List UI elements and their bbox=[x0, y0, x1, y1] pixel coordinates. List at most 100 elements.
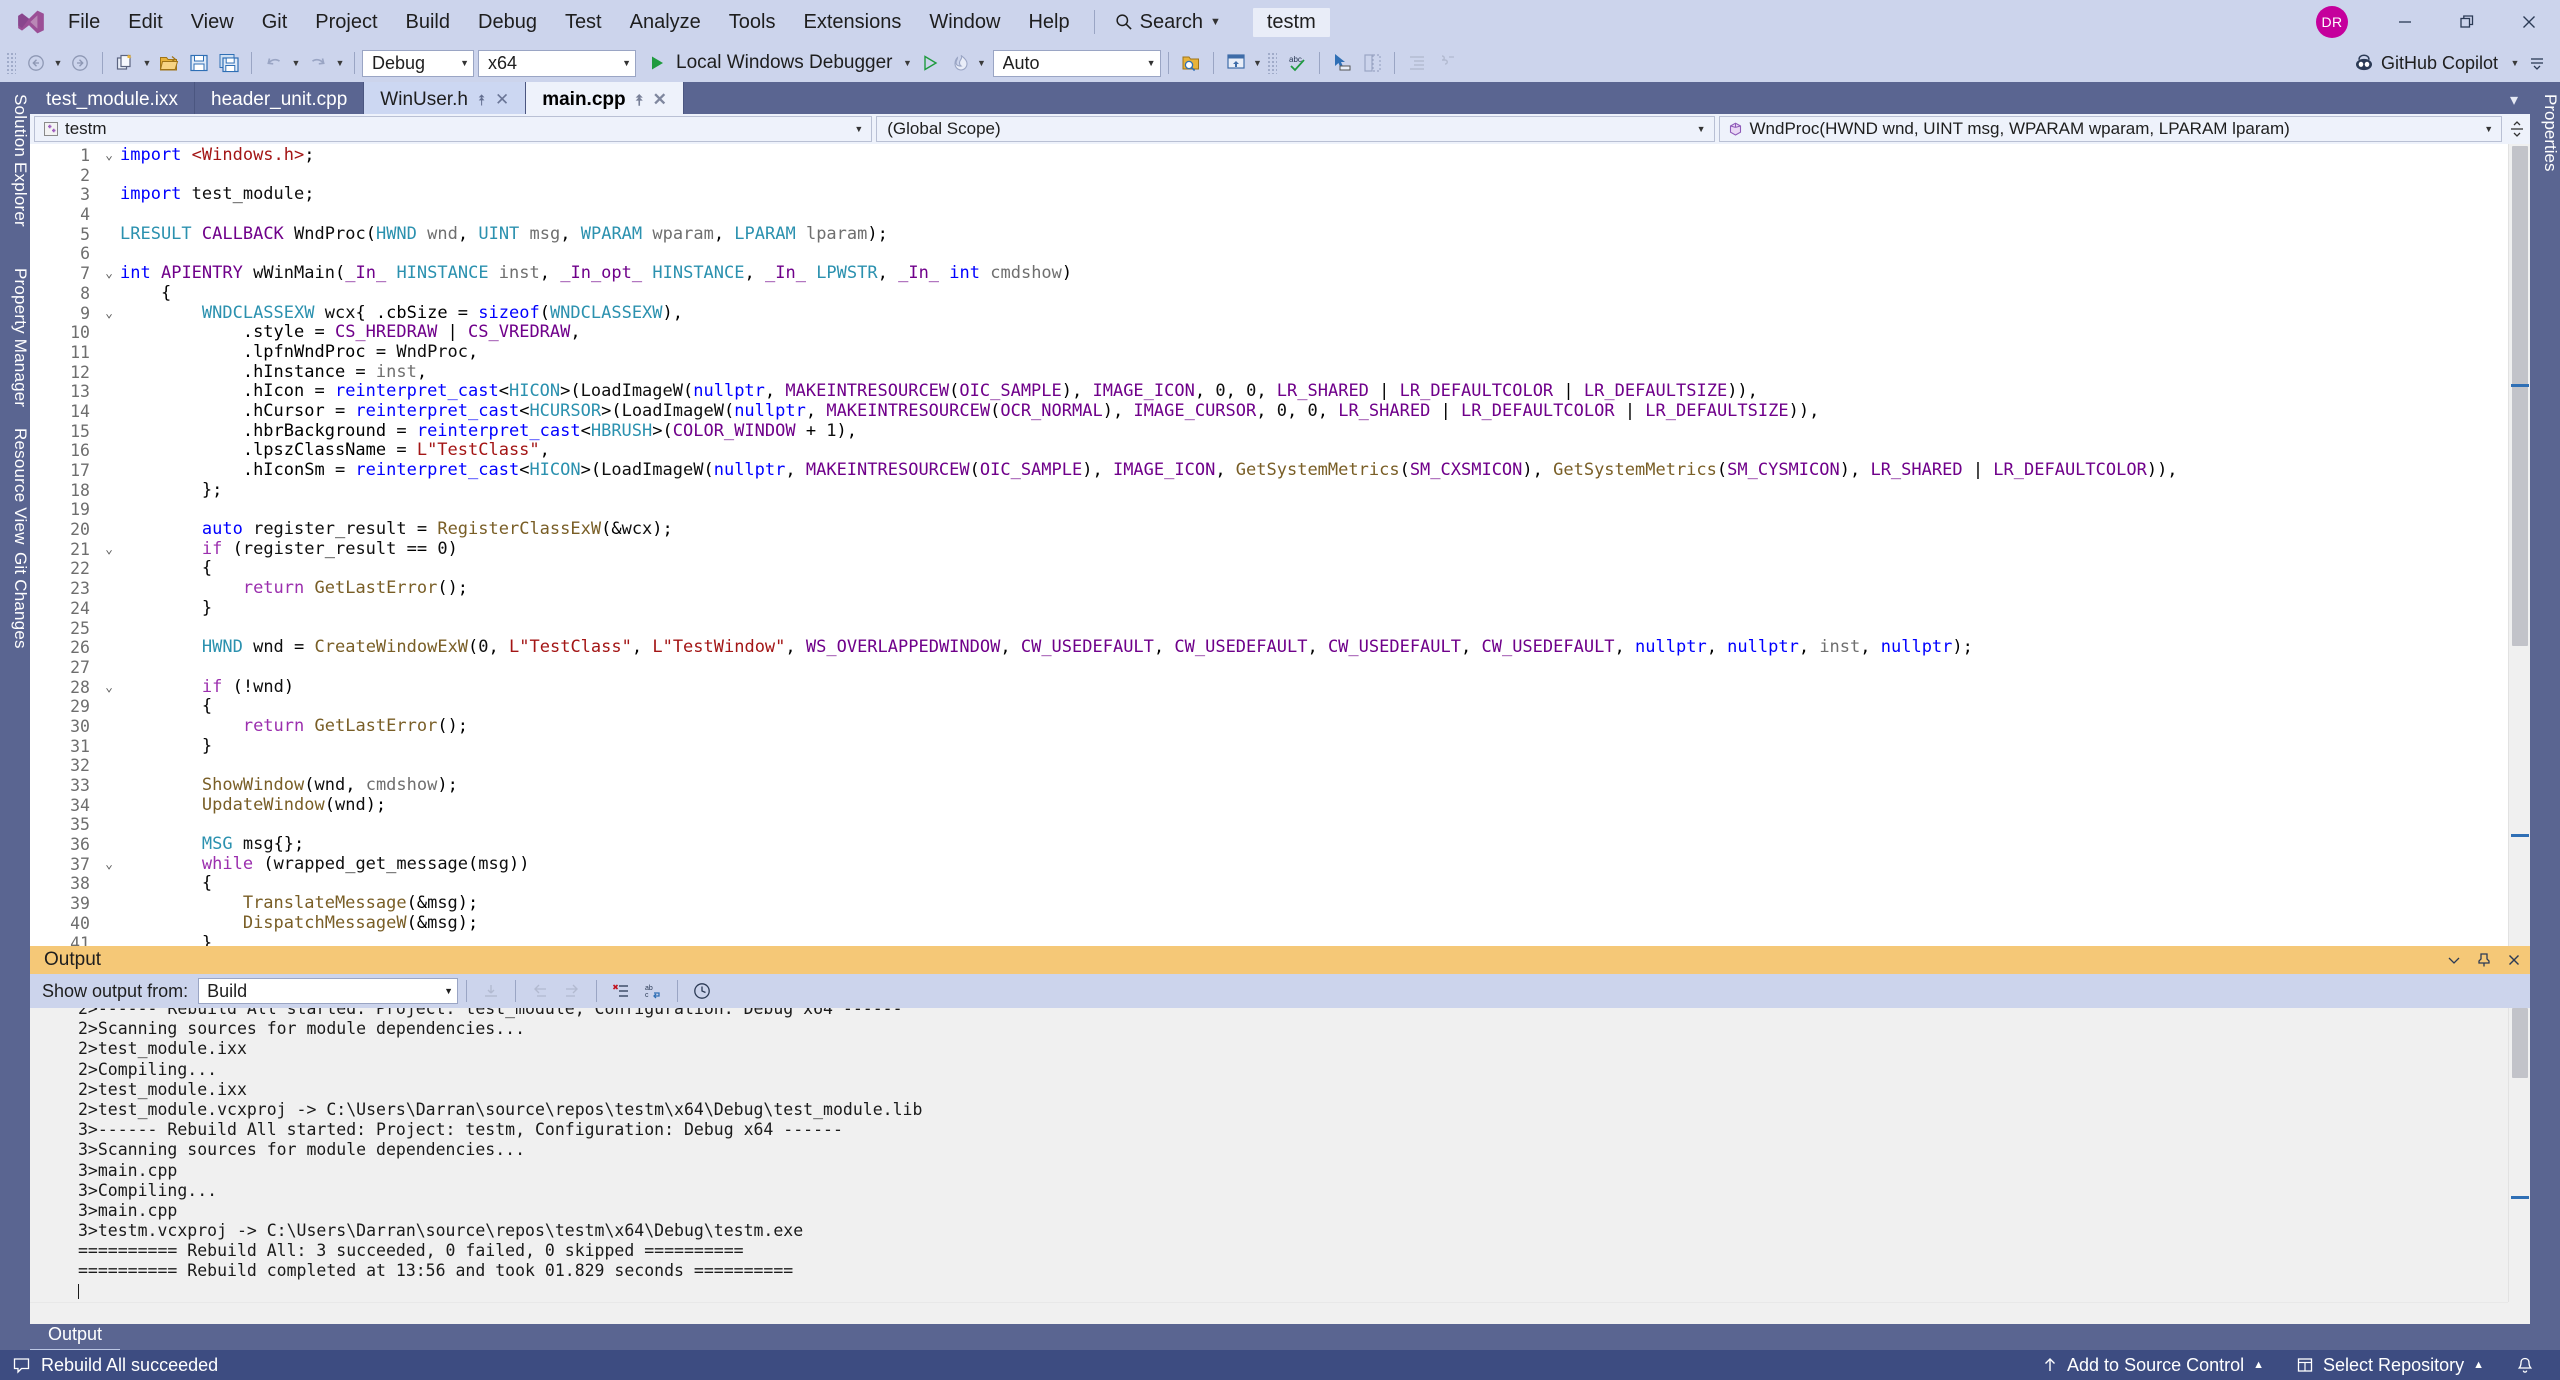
open-file-icon[interactable] bbox=[154, 48, 184, 78]
redo-icon[interactable] bbox=[303, 48, 333, 78]
code-line[interactable]: 28 ⌄ if (!wnd) bbox=[30, 677, 2530, 698]
menu-extensions[interactable]: Extensions bbox=[789, 0, 915, 44]
auto-hide-icon[interactable] bbox=[2476, 952, 2492, 968]
search-button[interactable]: Search ▼ bbox=[1105, 6, 1231, 38]
toolbar-options-icon[interactable] bbox=[2522, 48, 2552, 78]
output-scroll-thumb[interactable] bbox=[2512, 1008, 2528, 1078]
code-line[interactable]: 27 bbox=[30, 658, 2530, 678]
code-line[interactable]: 13 .hIcon = reinterpret_cast<HICON>(Load… bbox=[30, 381, 2530, 402]
attach-process-icon[interactable] bbox=[915, 48, 945, 78]
new-project-dropdown[interactable]: ▼ bbox=[140, 48, 154, 78]
bottom-tab-output[interactable]: Output bbox=[30, 1322, 121, 1352]
editor-scroll-thumb[interactable] bbox=[2512, 146, 2528, 646]
code-line[interactable]: 20 auto register_result = RegisterClassE… bbox=[30, 519, 2530, 540]
method-combo[interactable]: WndProc(HWND wnd, UINT msg, WPARAM wpara… bbox=[1718, 116, 2503, 142]
layout-dropdown[interactable]: ▼ bbox=[1251, 48, 1265, 78]
code-line[interactable]: 36 MSG msg{}; bbox=[30, 834, 2530, 855]
code-line[interactable]: 19 bbox=[30, 500, 2530, 520]
navigate-back-icon[interactable] bbox=[21, 48, 51, 78]
fold-expanded-icon[interactable]: ⌄ bbox=[98, 855, 120, 875]
code-line[interactable]: 22 { bbox=[30, 559, 2530, 579]
code-line[interactable]: 12 .hInstance = inst, bbox=[30, 362, 2530, 383]
save-all-icon[interactable] bbox=[214, 48, 244, 78]
menu-analyze[interactable]: Analyze bbox=[616, 0, 715, 44]
window-layout-icon[interactable] bbox=[1221, 48, 1251, 78]
sidebar-item-resource-view[interactable]: Resource View bbox=[0, 420, 30, 553]
notifications-button[interactable] bbox=[2500, 1350, 2550, 1380]
hot-reload-icon[interactable] bbox=[945, 48, 975, 78]
code-line[interactable]: 30 return GetLastError(); bbox=[30, 716, 2530, 737]
minimize-icon[interactable] bbox=[2374, 0, 2436, 44]
platform-combo[interactable]: x64 ▼ bbox=[478, 49, 636, 77]
back-history-dropdown[interactable]: ▼ bbox=[51, 48, 65, 78]
code-line[interactable]: 11 .lpfnWndProc = WndProc, bbox=[30, 342, 2530, 363]
code-line[interactable]: 7 ⌄ int APIENTRY wWinMain(_In_ HINSTANCE i… bbox=[30, 263, 2530, 284]
sidebar-item-git-changes[interactable]: Git Changes bbox=[0, 544, 30, 657]
close-tab-icon[interactable]: ✕ bbox=[495, 90, 509, 110]
pin-icon[interactable]: ⯭ bbox=[635, 92, 644, 109]
menu-file[interactable]: File bbox=[54, 0, 114, 44]
find-message-icon[interactable] bbox=[475, 976, 507, 1006]
code-line[interactable]: 8 { bbox=[30, 283, 2530, 304]
code-line[interactable]: 29 { bbox=[30, 696, 2530, 717]
editor-vertical-scrollbar[interactable] bbox=[2508, 144, 2530, 946]
select-repository-button[interactable]: Select Repository ▲ bbox=[2280, 1350, 2500, 1380]
menu-debug[interactable]: Debug bbox=[464, 0, 551, 44]
start-debug-icon[interactable] bbox=[642, 48, 672, 78]
menu-view[interactable]: View bbox=[177, 0, 248, 44]
menu-window[interactable]: Window bbox=[915, 0, 1014, 44]
menu-build[interactable]: Build bbox=[392, 0, 464, 44]
code-line[interactable]: 25 bbox=[30, 619, 2530, 639]
tab-main-cpp[interactable]: main.cpp ⯭ ✕ bbox=[526, 82, 684, 118]
tab-overflow-icon[interactable]: ▾ bbox=[2510, 90, 2518, 110]
fold-expanded-icon[interactable]: ⌄ bbox=[98, 678, 120, 698]
github-copilot-button[interactable]: GitHub Copilot bbox=[2344, 53, 2508, 74]
code-line[interactable]: 26 HWND wnd = CreateWindowExW(0, L"TestC… bbox=[30, 637, 2530, 658]
toolbar-grip[interactable] bbox=[6, 52, 16, 74]
avatar[interactable]: DR bbox=[2316, 6, 2348, 38]
copilot-dropdown[interactable]: ▼ bbox=[2508, 48, 2522, 78]
code-line[interactable]: 4 bbox=[30, 205, 2530, 225]
project-scope-combo[interactable]: testm ▼ bbox=[34, 116, 873, 142]
code-line[interactable]: 17 .hIconSm = reinterpret_cast<HICON>(Lo… bbox=[30, 460, 2530, 481]
output-text[interactable]: 2>------ Rebuild All started: Project: t… bbox=[30, 1008, 2530, 1302]
code-line[interactable]: 38 { bbox=[30, 874, 2530, 894]
undo-dropdown[interactable]: ▼ bbox=[289, 48, 303, 78]
debug-target-dropdown[interactable]: ▼ bbox=[901, 48, 915, 78]
fold-expanded-icon[interactable]: ⌄ bbox=[98, 540, 120, 560]
menu-tools[interactable]: Tools bbox=[715, 0, 790, 44]
code-line[interactable]: 33 ShowWindow(wnd, cmdshow); bbox=[30, 775, 2530, 796]
code-line[interactable]: 35 bbox=[30, 815, 2530, 835]
restore-icon[interactable] bbox=[2436, 0, 2498, 44]
code-text[interactable]: 1 ⌄ import <Windows.h>; 2 3 import test_modul… bbox=[30, 145, 2530, 946]
tab-test-module-ixx[interactable]: test_module.ixx bbox=[30, 82, 196, 118]
code-line[interactable]: 14 .hCursor = reinterpret_cast<HCURSOR>(… bbox=[30, 401, 2530, 422]
spell-check-icon[interactable]: abc bbox=[1282, 48, 1312, 78]
fold-expanded-icon[interactable]: ⌄ bbox=[98, 264, 120, 284]
configuration-combo[interactable]: Debug ▼ bbox=[362, 49, 474, 77]
hot-reload-dropdown[interactable]: ▼ bbox=[975, 48, 989, 78]
code-line[interactable]: 16 .lpszClassName = L"TestClass", bbox=[30, 440, 2530, 461]
go-to-next-icon[interactable] bbox=[556, 976, 588, 1006]
go-to-previous-icon[interactable] bbox=[524, 976, 556, 1006]
close-panel-icon[interactable] bbox=[2506, 952, 2522, 968]
selection-pointer-icon[interactable] bbox=[1327, 48, 1357, 78]
code-line[interactable]: 39 TranslateMessage(&msg); bbox=[30, 893, 2530, 914]
solution-explorer-search-icon[interactable] bbox=[1176, 48, 1206, 78]
indent-icon[interactable] bbox=[1402, 48, 1432, 78]
clear-all-icon[interactable] bbox=[605, 976, 637, 1006]
code-line[interactable]: 10 .style = CS_HREDRAW | CS_VREDRAW, bbox=[30, 322, 2530, 343]
sidebar-item-property-manager[interactable]: Property Manager bbox=[0, 260, 30, 415]
menu-git[interactable]: Git bbox=[248, 0, 302, 44]
comment-icon[interactable] bbox=[1432, 48, 1462, 78]
code-line[interactable]: 3 import test_module; bbox=[30, 185, 2530, 205]
output-source-combo[interactable]: Build ▼ bbox=[198, 978, 459, 1004]
toggle-word-wrap-icon[interactable]: ab c bbox=[637, 976, 669, 1006]
undo-icon[interactable] bbox=[259, 48, 289, 78]
redo-dropdown[interactable]: ▼ bbox=[333, 48, 347, 78]
new-project-icon[interactable] bbox=[110, 48, 140, 78]
tab-winuser-h[interactable]: WinUser.h ⯭ ✕ bbox=[364, 82, 527, 118]
pin-icon[interactable]: ⯭ bbox=[477, 92, 486, 109]
code-line[interactable]: 5 LRESULT CALLBACK WndProc(HWND wnd, UINT… bbox=[30, 224, 2530, 245]
code-line[interactable]: 37 ⌄ while (wrapped_get_message(msg)) bbox=[30, 854, 2530, 875]
